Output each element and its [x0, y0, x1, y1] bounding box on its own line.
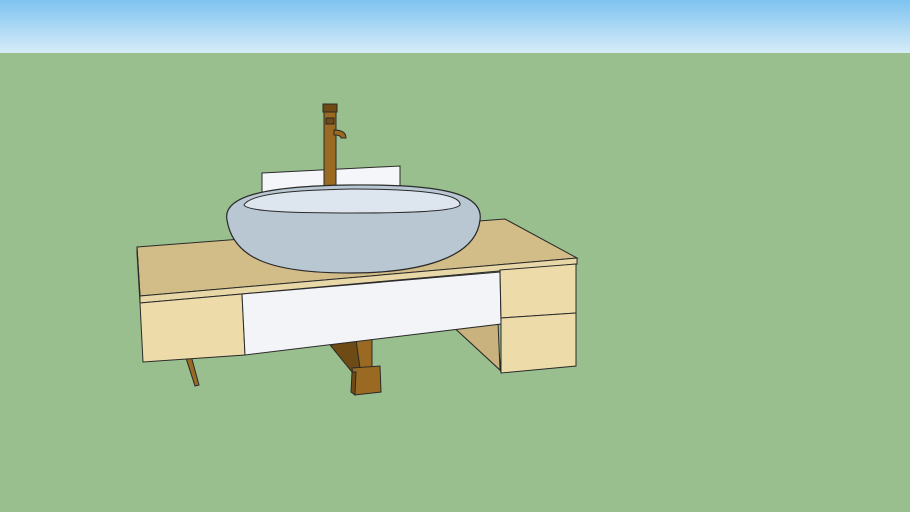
right-lower-drawer — [500, 312, 577, 374]
model-viewport[interactable] — [0, 0, 910, 512]
drain-pipe — [329, 337, 382, 396]
right-upper-drawer — [499, 263, 577, 319]
vanity-model[interactable] — [0, 0, 910, 512]
left-drawer-front — [139, 293, 246, 363]
vessel-sink-basin — [226, 184, 481, 274]
